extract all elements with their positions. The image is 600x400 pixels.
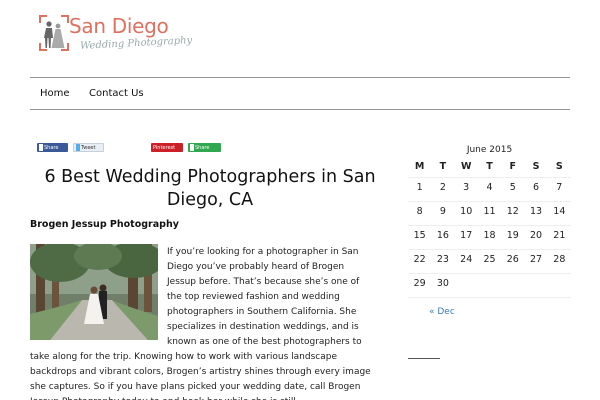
calendar-day: 21	[553, 230, 566, 241]
facebook-icon	[39, 144, 43, 151]
facebook-share-label: Share	[44, 144, 59, 151]
sidebar-divider	[408, 358, 440, 359]
calendar-prev-month-link[interactable]: « Dec	[429, 307, 455, 317]
calendar-day: 6	[533, 182, 540, 193]
weekday-label: W	[460, 161, 472, 172]
post-body: If you’re looking for a photographer in …	[30, 245, 375, 400]
share-button[interactable]: Share	[188, 143, 221, 152]
plus-icon	[190, 144, 194, 151]
facebook-share-button[interactable]: Share	[37, 143, 68, 152]
share-label: Share	[195, 144, 210, 151]
calendar-week-row: 22 23 24 25 26 27 28	[408, 250, 571, 274]
nav-item-contact-us[interactable]: Contact Us	[89, 88, 144, 99]
calendar-day: 27	[530, 254, 543, 265]
calendar-day: 1	[416, 182, 423, 193]
calendar-day: 14	[553, 206, 566, 217]
calendar-day: 22	[413, 254, 426, 265]
calendar-day: 4	[486, 182, 493, 193]
weekday-label: S	[555, 161, 563, 172]
weekday-label: F	[509, 161, 517, 172]
calendar-day: 19	[506, 230, 519, 241]
calendar-day: 12	[506, 206, 519, 217]
calendar-day: 17	[460, 230, 473, 241]
calendar-day: 29	[413, 278, 426, 289]
calendar-day: 15	[413, 230, 426, 241]
logo-title: San Diego	[69, 14, 169, 38]
calendar-day: 7	[556, 182, 563, 193]
calendar-widget: June 2015 M T W T F S S 1 2 3 4 5 6 7 8 …	[408, 142, 571, 298]
calendar-day: 10	[460, 206, 473, 217]
calendar-week-row: 1 2 3 4 5 6 7	[408, 178, 571, 202]
calendar-day: 11	[483, 206, 496, 217]
calendar-day: 16	[436, 230, 449, 241]
weekday-label: S	[532, 161, 540, 172]
calendar-week-row: 15 16 17 18 19 20 21	[408, 226, 571, 250]
calendar-day: 8	[416, 206, 423, 217]
calendar-day: 9	[439, 206, 446, 217]
calendar-day: 26	[506, 254, 519, 265]
calendar-day: 30	[436, 278, 449, 289]
calendar-day: 23	[436, 254, 449, 265]
calendar-day: 5	[509, 182, 516, 193]
weekday-label: T	[439, 161, 447, 172]
calendar-week-row: 29 30	[408, 274, 571, 298]
site-logo[interactable]: San Diego Wedding Photography	[38, 14, 192, 60]
nav-item-home[interactable]: Home	[40, 88, 70, 99]
main-nav: Home Contact Us	[30, 77, 570, 110]
weekday-label: T	[486, 161, 493, 172]
pinterest-button[interactable]: Pinterest	[151, 143, 183, 152]
calendar-day: 24	[460, 254, 473, 265]
wedding-couple-logo-icon	[39, 15, 69, 51]
calendar-day	[478, 274, 501, 297]
calendar-day: 18	[483, 230, 496, 241]
calendar-day: 2	[439, 182, 446, 193]
calendar-caption: June 2015	[466, 145, 513, 155]
calendar-day: 13	[530, 206, 543, 217]
calendar-day: 3	[463, 182, 470, 193]
calendar-day	[548, 274, 571, 297]
weekday-label: M	[414, 161, 425, 172]
post-title[interactable]: 6 Best Wedding Photographers in San Dieg…	[30, 166, 390, 212]
twitter-tweet-label: Tweet	[81, 144, 96, 151]
calendar-day	[524, 274, 547, 297]
calendar-day: 28	[553, 254, 566, 265]
post-subheading: Brogen Jessup Photography	[30, 219, 179, 230]
calendar-day: 20	[530, 230, 543, 241]
calendar-day	[501, 274, 524, 297]
twitter-icon	[76, 144, 80, 151]
twitter-tweet-button[interactable]: Tweet	[73, 143, 104, 152]
calendar-day: 25	[483, 254, 496, 265]
calendar-weekday-row: M T W T F S S	[408, 158, 571, 178]
pinterest-label: Pinterest	[153, 144, 176, 151]
calendar-day	[455, 274, 478, 297]
calendar-week-row: 8 9 10 11 12 13 14	[408, 202, 571, 226]
